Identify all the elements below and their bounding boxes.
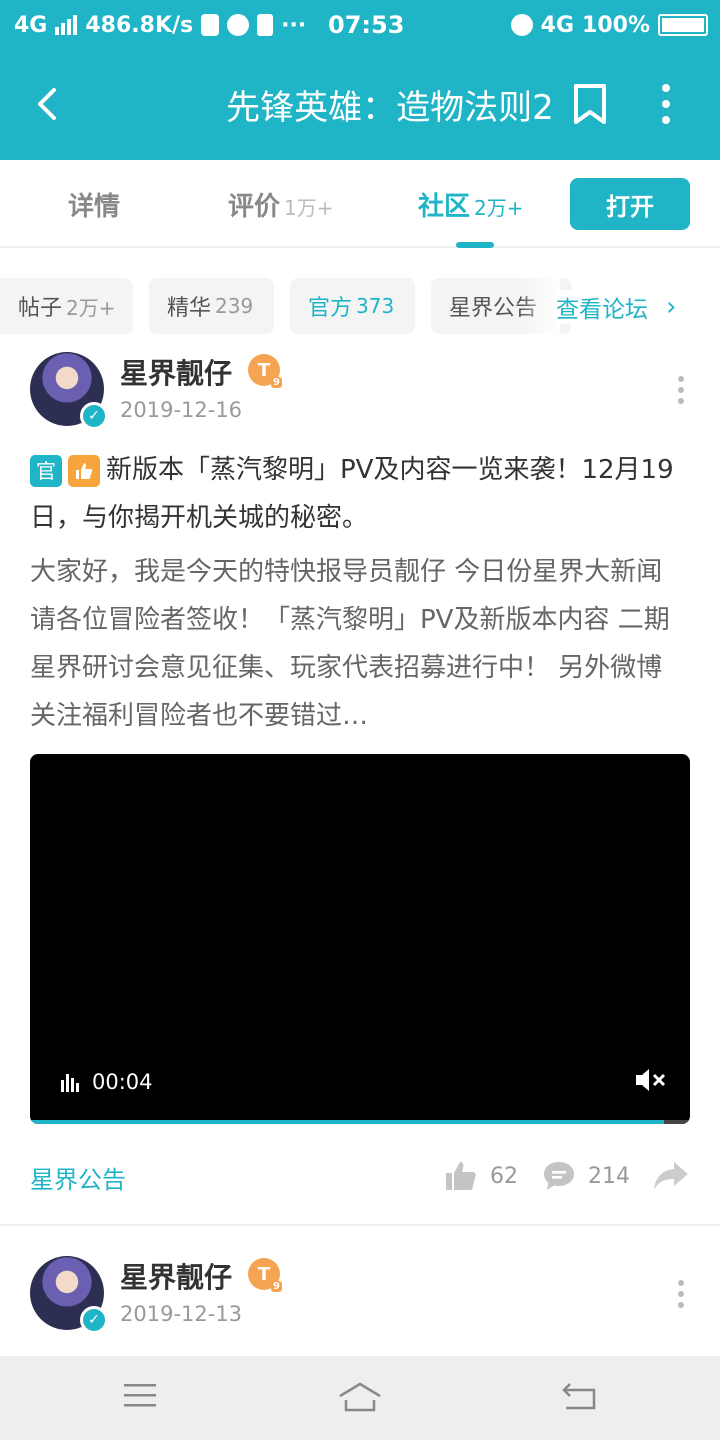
active-tab-indicator [456, 242, 494, 248]
video-progress-fill [30, 1120, 664, 1124]
clipboard-check-icon [257, 14, 274, 36]
like-button[interactable]: 62 [444, 1160, 518, 1192]
chip-posts[interactable]: 帖子 2万+ [0, 278, 133, 334]
chip-official-count: 373 [356, 294, 395, 318]
page-title: 先锋英雄：造物法则2 [226, 88, 554, 128]
more-vertical-icon[interactable] [656, 84, 676, 124]
tab-reviews-count: 1万+ [284, 196, 334, 220]
chip-posts-count: 2万+ [66, 295, 116, 320]
home-icon[interactable] [336, 1380, 384, 1414]
status-bar: 4G 486.8K/s ··· 07:53 4G 100% [0, 0, 720, 50]
video-progress-bar[interactable] [30, 1120, 690, 1124]
audio-bars-icon [61, 1074, 79, 1092]
share-icon[interactable] [652, 1160, 690, 1192]
level-badge: T9 [248, 354, 282, 388]
verified-check-icon: ✓ [80, 402, 108, 430]
like-count: 62 [490, 1163, 518, 1189]
level-letter: T [257, 359, 271, 381]
tab-community-label: 社区 [418, 192, 471, 222]
tab-bar: 详情 评价 1万+ 社区 2万+ 打开 [0, 160, 720, 248]
author-name[interactable]: 星界靓仔 [120, 352, 232, 392]
open-button[interactable]: 打开 [570, 178, 690, 230]
post-date: 2019-12-13 [120, 1302, 243, 1326]
post-more-icon[interactable] [678, 376, 684, 404]
chip-featured[interactable]: 精华 239 [149, 278, 274, 334]
comment-count: 214 [588, 1163, 630, 1189]
filter-chips: 帖子 2万+ 精华 239 官方 373 星界公告 查看论坛 › [0, 278, 720, 334]
post-excerpt[interactable]: 大家好，我是今天的特快报导员靓仔 今日份星界大新闻请各位冒险者签收！「蒸汽黎明」… [30, 548, 680, 740]
tab-reviews-label: 评价 [228, 192, 281, 222]
signal-icon [55, 15, 78, 35]
battery-icon [658, 14, 708, 36]
tab-community-count: 2万+ [474, 196, 524, 220]
comment-button[interactable]: 214 [542, 1160, 630, 1192]
comment-icon [544, 1162, 574, 1190]
official-tag: 官 [30, 454, 62, 487]
storage-icon [201, 14, 220, 36]
battery-percent: 100% [582, 12, 650, 38]
tab-community[interactable]: 社区 2万+ [418, 186, 524, 223]
video-time: 00:04 [92, 1070, 153, 1094]
post-title[interactable]: 官 新版本「蒸汽黎明」PV及内容一览来袭！12月19日，与你揭开机关城的秘密。 [30, 446, 680, 542]
post-divider [0, 1224, 720, 1226]
post-title-text: 新版本「蒸汽黎明」PV及内容一览来袭！12月19日，与你揭开机关城的秘密。 [30, 455, 674, 533]
view-forum-link[interactable]: 查看论坛 › [556, 290, 677, 324]
video-duration: 00:04 [60, 1070, 153, 1094]
alarm-icon [510, 14, 533, 36]
system-nav-bar [0, 1356, 720, 1440]
verified-check-icon: ✓ [80, 1306, 108, 1334]
back-icon[interactable] [560, 1380, 598, 1414]
avatar[interactable]: ✓ [30, 352, 108, 430]
level-number: 9 [271, 1281, 282, 1292]
video-player[interactable]: 00:04 [30, 754, 690, 1124]
network-speed: 486.8K/s [85, 12, 194, 38]
chip-official-label: 官方 [308, 296, 353, 321]
board-link[interactable]: 星界公告 [30, 1160, 126, 1195]
network-label: 4G [14, 12, 48, 38]
chevron-right-icon: › [666, 292, 677, 322]
level-badge: T9 [248, 1258, 282, 1292]
chip-posts-label: 帖子 [18, 296, 63, 321]
post-footer: 星界公告 62 214 [30, 1160, 690, 1196]
chip-fade [520, 278, 560, 334]
thumbs-up-tag-icon [68, 454, 100, 487]
chip-featured-label: 精华 [167, 296, 212, 321]
level-number: 9 [271, 377, 282, 388]
view-forum-label: 查看论坛 [556, 297, 648, 323]
post-date: 2019-12-16 [120, 398, 243, 422]
network-right-label: 4G [540, 12, 575, 38]
avatar[interactable]: ✓ [30, 1256, 108, 1334]
post-more-icon[interactable] [678, 1280, 684, 1308]
author-name[interactable]: 星界靓仔 [120, 1256, 232, 1296]
tab-details-label: 详情 [68, 192, 121, 222]
thumbs-up-icon [446, 1162, 476, 1190]
bookmark-icon[interactable] [570, 82, 610, 126]
app-header: 先锋英雄：造物法则2 [0, 50, 720, 160]
chip-official[interactable]: 官方 373 [290, 278, 415, 334]
chip-featured-count: 239 [215, 294, 254, 318]
clock: 07:53 [328, 11, 405, 39]
mute-icon[interactable] [634, 1066, 668, 1094]
more-notifications-icon: ··· [281, 12, 307, 38]
tab-reviews[interactable]: 评价 1万+ [228, 186, 334, 223]
jovi-icon [227, 14, 250, 36]
tab-details[interactable]: 详情 [68, 186, 120, 223]
menu-icon[interactable] [122, 1380, 158, 1410]
level-letter: T [257, 1263, 271, 1285]
